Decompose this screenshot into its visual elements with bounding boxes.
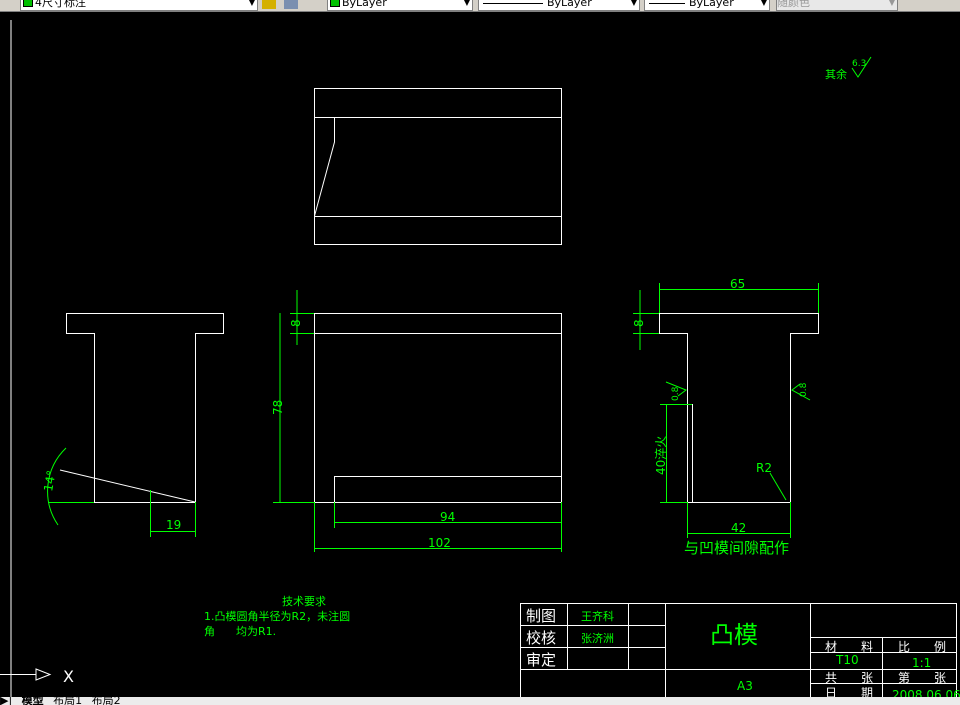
- tb-sheets-label: 共 张: [825, 671, 873, 685]
- plotstyle-dropdown[interactable]: 随颜色 ▼: [776, 0, 898, 11]
- tab-layout1[interactable]: 布局1: [53, 697, 82, 705]
- color-value: ByLayer: [342, 0, 387, 9]
- tb-checked-label: 校核: [526, 629, 556, 647]
- dimension-lines: [47, 56, 872, 552]
- chevron-down-icon: ▼: [760, 0, 767, 7]
- roughness-right-value: 0.8: [799, 382, 809, 397]
- plotstyle-value: 随颜色: [777, 0, 810, 9]
- dim-left-angle: 14°: [41, 469, 58, 492]
- front-view: [314, 313, 562, 503]
- tb-scale-label: 比 例: [898, 640, 946, 654]
- chevron-down-icon: ▼: [463, 0, 470, 7]
- dim-right-8: 8: [632, 319, 646, 327]
- roughness-other-value: 6.3: [852, 59, 866, 69]
- lineweight-value: ByLayer: [689, 0, 734, 9]
- lineweight-dropdown[interactable]: ByLayer ▼: [644, 0, 770, 11]
- tb-approved-label: 审定: [526, 651, 556, 669]
- linetype-dropdown[interactable]: ByLayer ▼: [478, 0, 640, 11]
- tb-drawn-by: 王齐科: [581, 609, 614, 623]
- dim-front-94: 94: [440, 510, 455, 524]
- tech-requirements-title: 技术要求: [282, 595, 326, 608]
- dim-right-r2: R2: [756, 461, 772, 475]
- left-view: [59, 313, 224, 503]
- tb-material-label: 材 料: [825, 640, 873, 654]
- right-view: [659, 313, 819, 503]
- tb-sheet-label: 第 张: [898, 671, 946, 685]
- dim-front-8: 8: [289, 319, 303, 327]
- dim-front-78: 78: [271, 400, 285, 415]
- dim-right-65: 65: [730, 277, 745, 291]
- dim-front-102: 102: [428, 536, 451, 550]
- roughness-other-label: 其余: [825, 67, 847, 81]
- drawing-canvas[interactable]: 14° 19 8 78 94 102 65 8 40淬火 42 R2 0.8 0…: [0, 12, 960, 697]
- tech-requirements-line1: 1.凸模圆角半径为R2，未注圆: [204, 609, 350, 623]
- layout-tabs: ▶| 模型 布局1 布局2: [0, 697, 960, 705]
- ucs-x-label: X: [63, 667, 74, 686]
- layer-previous-icon[interactable]: [284, 0, 298, 9]
- tb-scale: 1:1: [912, 656, 931, 670]
- right-view-note: 与凹模间隙配作: [684, 539, 789, 557]
- chevron-down-icon: ▼: [248, 0, 255, 7]
- layer-value: 4尺寸标注: [35, 0, 86, 9]
- tb-checked-by: 张济洲: [581, 631, 614, 645]
- layer-dropdown[interactable]: 4尺寸标注 ▼: [20, 0, 258, 11]
- tb-material: T10: [835, 653, 859, 667]
- dim-right-40: 40淬火: [653, 436, 668, 475]
- top-view: [314, 88, 562, 245]
- tb-size: A3: [737, 679, 753, 693]
- linetype-value: ByLayer: [547, 0, 592, 9]
- tb-date: 2008.06.06: [892, 688, 960, 697]
- dimension-texts: 14° 19 8 78 94 102 65 8 40淬火 42 R2 0.8 0…: [41, 59, 866, 638]
- tb-date-label: 日 期: [825, 686, 873, 697]
- dim-left-19: 19: [166, 518, 181, 532]
- tb-drawn-label: 制图: [526, 607, 556, 625]
- roughness-left-value: 0.8: [671, 386, 681, 401]
- properties-toolbar: 4尺寸标注 ▼ ByLayer ▼ ByLayer ▼ ByLayer ▼ 随颜色 ▼: [0, 0, 960, 12]
- chevron-down-icon: ▼: [630, 0, 637, 7]
- tech-requirements-line2: 角 均为R1.: [204, 625, 276, 638]
- tab-nav-first-icon[interactable]: ▶|: [0, 697, 12, 705]
- tab-model[interactable]: 模型: [22, 697, 44, 705]
- dim-right-42: 42: [731, 521, 746, 535]
- tb-part-name: 凸模: [710, 621, 758, 649]
- layer-states-icon[interactable]: [262, 0, 276, 9]
- color-dropdown[interactable]: ByLayer ▼: [327, 0, 473, 11]
- chevron-down-icon: ▼: [888, 0, 895, 7]
- tab-layout2[interactable]: 布局2: [92, 697, 121, 705]
